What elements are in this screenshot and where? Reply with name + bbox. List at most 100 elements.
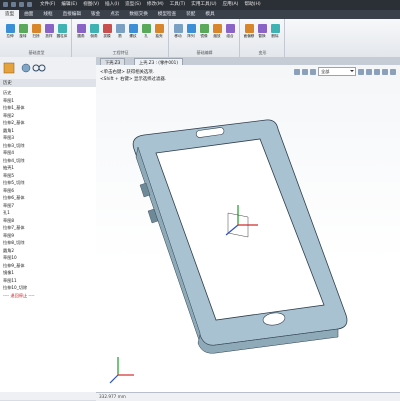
ribbon-tab[interactable]: 模型检查 xyxy=(153,10,181,19)
ribbon-group-label: 基础编辑 xyxy=(196,50,213,55)
ribbon-group: 圆角 倒角 拔模 筋 螺纹 孔 抽壳工程特征 xyxy=(73,19,169,57)
tree-item-label: 草图8 xyxy=(3,217,15,223)
tree-item[interactable]: 拉伸2_基体 xyxy=(0,119,96,126)
tree-item[interactable]: 拉伸8_切除 xyxy=(0,239,96,246)
ribbon-button-label: 倒角 xyxy=(90,34,98,38)
view-icon[interactable] xyxy=(32,64,46,72)
tree-item[interactable]: 孔1 xyxy=(0,209,96,216)
ribbon-button[interactable]: 拉伸 xyxy=(4,24,16,39)
ribbon-button-icon xyxy=(57,24,67,33)
ribbon-button[interactable]: 镜像 xyxy=(198,24,210,39)
tree-item[interactable]: 拉伸5_切除 xyxy=(0,179,96,186)
ribbon-group: 面偏移 替换 删除 变形 xyxy=(241,19,285,57)
ribbon-button[interactable]: 扫掠 xyxy=(30,24,42,39)
tree-item[interactable]: 草图5 xyxy=(0,172,96,179)
phone-case-model[interactable] xyxy=(132,119,348,354)
tree-item[interactable]: ---- 退回停止 ---- xyxy=(0,292,96,299)
3d-viewport[interactable]: <单击右键> 获得相关选项. <Shift + 右键> 显示选择过滤器. 全部 xyxy=(96,65,400,392)
undo-icon[interactable] xyxy=(27,2,32,7)
ribbon-button[interactable]: 筋 xyxy=(114,24,126,39)
status-measurement: 332.977 mm xyxy=(99,394,126,399)
tree-item-label: 镜像1 xyxy=(3,270,15,275)
tree-item[interactable]: 草图6 xyxy=(0,187,96,194)
ribbon-button[interactable]: 移动 xyxy=(172,24,184,39)
tree-item-label: 拉伸7_基体 xyxy=(3,225,25,230)
open-icon[interactable] xyxy=(11,2,16,7)
ribbon-button[interactable]: 倒角 xyxy=(88,24,100,39)
ribbon-button[interactable]: 抽壳 xyxy=(153,24,165,39)
tree-item[interactable]: 拉伸7_基体 xyxy=(0,224,96,231)
ribbon-tab[interactable]: 点云 xyxy=(105,10,124,19)
ribbon-tab[interactable]: 装配 xyxy=(181,10,200,19)
ribbon-tab[interactable]: 线框 xyxy=(38,10,57,19)
ribbon-button-icon xyxy=(244,24,254,33)
ribbon-tab[interactable]: 钣金 xyxy=(86,10,105,19)
ribbon-button[interactable]: 缩放 xyxy=(211,24,223,39)
tree-item-label: 草图9 xyxy=(3,232,15,238)
tree-item[interactable]: 历史 xyxy=(0,89,96,96)
ribbon-button[interactable]: 圆柱体 xyxy=(56,24,68,39)
tree-item[interactable]: 草图7 xyxy=(0,202,96,209)
new-icon[interactable] xyxy=(3,2,8,7)
tree-item[interactable]: 草图2 xyxy=(0,112,96,119)
ribbon-button[interactable]: 放样 xyxy=(43,24,55,39)
save-icon[interactable] xyxy=(19,2,24,7)
tree-item[interactable]: 拉伸10_切除 xyxy=(0,284,96,291)
ribbon-button[interactable]: 替换 xyxy=(256,24,268,39)
menu-item[interactable]: 文件(F) xyxy=(40,1,55,7)
axis-triad-icon xyxy=(109,357,134,384)
menu-item[interactable]: 造型(S) xyxy=(125,1,141,7)
tree-item[interactable]: 草图3 xyxy=(0,134,96,141)
quick-access-toolbar xyxy=(3,2,32,7)
ribbon-tab[interactable]: 模具 xyxy=(200,10,219,19)
menu-item[interactable]: 工具(T) xyxy=(170,1,186,7)
tree-item[interactable]: 抽壳1 xyxy=(0,164,96,171)
tree-item[interactable]: 圆角2 xyxy=(0,247,96,254)
menu-item[interactable]: 编辑(E) xyxy=(61,1,77,7)
ribbon-button[interactable]: 圆角 xyxy=(75,24,87,39)
menu-item[interactable]: 修改(M) xyxy=(147,1,164,7)
menu-item[interactable]: 应用(A) xyxy=(223,1,239,7)
tree-item[interactable]: 草图10 xyxy=(0,254,96,261)
tree-item[interactable]: 圆角1 xyxy=(0,127,96,134)
ribbon-button-icon xyxy=(102,24,112,33)
ribbon-tab[interactable]: 造型 xyxy=(0,10,20,19)
tree-item[interactable]: 草图9 xyxy=(0,232,96,239)
display-icon[interactable] xyxy=(21,63,31,73)
menu-item[interactable]: 插入(I) xyxy=(105,1,119,7)
ribbon-button[interactable]: 拔模 xyxy=(101,24,113,39)
ribbon-tab[interactable]: 直接编辑 xyxy=(58,10,86,19)
tree-item[interactable]: 草图11 xyxy=(0,277,96,284)
tree-item[interactable]: 拉伸6_基体 xyxy=(0,194,96,201)
ribbon-button[interactable]: 阵列 xyxy=(185,24,197,39)
tree-item[interactable]: 草图1 xyxy=(0,97,96,104)
tree-item[interactable]: 拉伸3_切除 xyxy=(0,142,96,149)
ribbon-button[interactable]: 面偏移 xyxy=(243,24,255,39)
ribbon-group-label: 工程特征 xyxy=(112,50,129,55)
ribbon-button-label: 圆柱体 xyxy=(56,34,68,38)
title-bar: 文件(F) 编辑(E) 视图(V) 插入(I) 造型(S) 修改(M) 工具(T) 实用工具(… xyxy=(0,0,400,10)
menu-item[interactable]: 实用工具(U) xyxy=(191,1,216,7)
tree-item[interactable]: 拉伸1_基体 xyxy=(0,104,96,111)
tree-item-label: 拉伸2_基体 xyxy=(3,120,25,125)
ribbon-button[interactable]: 螺纹 xyxy=(127,24,139,39)
tree-item-label: 圆角1 xyxy=(3,127,15,133)
ribbon-tab[interactable]: 曲面 xyxy=(19,10,38,19)
history-icon[interactable] xyxy=(3,62,15,74)
tree-item[interactable]: 拉伸9_基体 xyxy=(0,262,96,269)
menu-item[interactable]: 帮助(H) xyxy=(244,1,260,7)
tree-item[interactable]: 草图8 xyxy=(0,217,96,224)
ribbon-button[interactable]: 旋转 xyxy=(17,24,29,39)
tree-item[interactable]: 草图4 xyxy=(0,149,96,156)
tree-item-label: 拉伸1_基体 xyxy=(3,105,25,110)
ribbon-button-label: 抽壳 xyxy=(155,34,163,38)
menu-item[interactable]: 视图(V) xyxy=(83,1,99,7)
model-canvas[interactable] xyxy=(96,65,400,392)
ribbon-button[interactable]: 删除 xyxy=(269,24,281,39)
ribbon-tab[interactable]: 数据交换 xyxy=(124,10,152,19)
ribbon-button[interactable]: 孔 xyxy=(140,24,152,39)
ribbon-button[interactable]: 组合 xyxy=(224,24,236,39)
tree-item-label: 草图3 xyxy=(3,135,15,140)
tree-item[interactable]: 拉伸4_切除 xyxy=(0,157,96,164)
tree-item[interactable]: 镜像1 xyxy=(0,269,96,276)
